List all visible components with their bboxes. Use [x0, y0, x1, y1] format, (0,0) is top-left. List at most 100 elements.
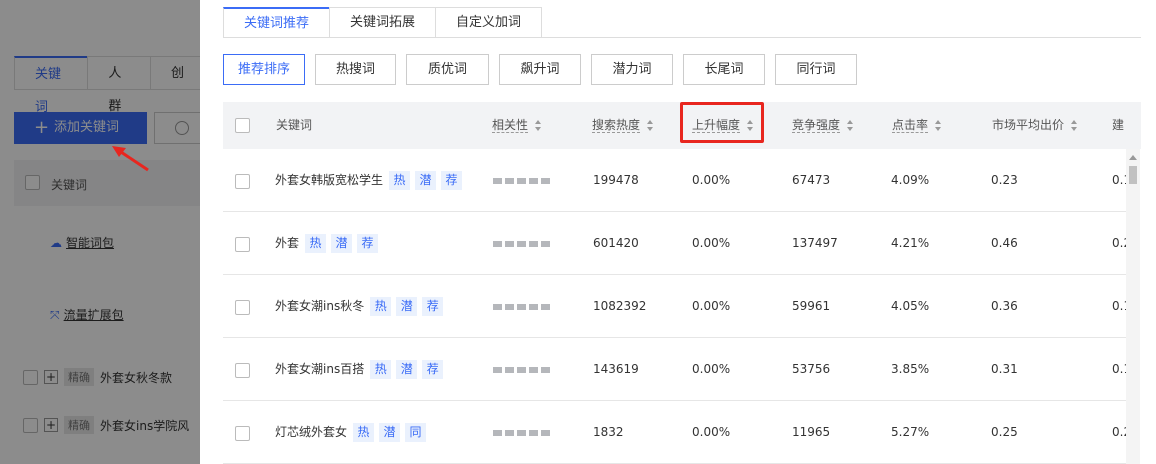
table-body: 外套女韩版宽松学生 热 潜 荐 199478 0.00% 67473 4.09%…	[223, 149, 1126, 464]
relevance-bar	[493, 177, 550, 184]
sort-icon	[1071, 120, 1078, 131]
rise-cell: 0.00%	[692, 299, 731, 313]
ctr-cell: 3.85%	[891, 362, 930, 376]
search-heat-cell: 1832	[593, 425, 624, 439]
relevance-bar	[493, 366, 550, 373]
sort-icon	[535, 120, 542, 131]
rise-cell: 0.00%	[692, 236, 731, 250]
search-heat-cell: 601420	[593, 236, 639, 250]
recommend-badge: 荐	[357, 234, 379, 253]
col-ctr-label: 点击率	[892, 118, 929, 133]
relevance-cell	[493, 338, 550, 401]
col-relevance-label: 相关性	[492, 118, 529, 133]
row-checkbox[interactable]	[235, 426, 250, 441]
sort-icon	[847, 120, 854, 131]
table-row[interactable]: 外套 热 潜 荐 601420 0.00% 137497 4.21% 0.46 …	[223, 212, 1126, 275]
sort-peer-button[interactable]: 同行词	[775, 54, 857, 85]
hot-badge: 热	[370, 360, 392, 379]
row-checkbox[interactable]	[235, 363, 250, 378]
col-ctr[interactable]: 点击率	[892, 102, 942, 149]
sort-recommended-button[interactable]: 推荐排序	[223, 54, 305, 85]
avg-bid-cell: 0.36	[991, 299, 1018, 313]
relevance-bar	[493, 303, 550, 310]
search-heat-cell: 199478	[593, 173, 639, 187]
modal-overlay[interactable]	[0, 0, 200, 464]
competition-cell: 53756	[792, 362, 831, 376]
relevance-bar	[493, 240, 550, 247]
keyword-text: 外套	[275, 236, 300, 250]
peer-badge: 同	[405, 423, 427, 442]
relevance-cell	[493, 212, 550, 275]
relevance-bar	[493, 429, 550, 436]
row-checkbox[interactable]	[235, 174, 250, 189]
keyword-cell: 外套女韩版宽松学生 热 潜 荐	[275, 149, 467, 212]
sort-long-tail-button[interactable]: 长尾词	[683, 54, 765, 85]
potential-badge: 潜	[331, 234, 353, 253]
ctr-cell: 4.09%	[891, 173, 930, 187]
tab-keyword-expand[interactable]: 关键词拓展	[329, 7, 437, 38]
table-row[interactable]: 灯芯绒外套女 热 潜 同 1832 0.00% 11965 5.27% 0.25…	[223, 401, 1126, 464]
table-row[interactable]: 外套女潮ins秋冬 热 潜 荐 1082392 0.00% 59961 4.05…	[223, 275, 1126, 338]
vertical-scrollbar[interactable]	[1126, 149, 1140, 464]
potential-badge: 潜	[396, 360, 418, 379]
suggest-bid-cell: 0.1	[1112, 173, 1126, 187]
col-search-heat[interactable]: 搜索热度	[592, 102, 654, 149]
sort-quality-button[interactable]: 质优词	[406, 54, 489, 85]
arrow-annotation-icon	[112, 146, 149, 172]
suggest-bid-cell: 0.1	[1112, 299, 1126, 313]
table-row[interactable]: 外套女潮ins百搭 热 潜 荐 143619 0.00% 53756 3.85%…	[223, 338, 1126, 401]
sort-potential-button[interactable]: 潜力词	[591, 54, 673, 85]
hot-badge: 热	[353, 423, 375, 442]
sort-hot-search-button[interactable]: 热搜词	[315, 54, 396, 85]
col-competition-label: 竞争强度	[792, 118, 841, 133]
keyword-cell: 外套 热 潜 荐	[275, 212, 383, 275]
recommend-badge: 荐	[422, 297, 444, 316]
sort-rising-button[interactable]: 飙升词	[499, 54, 581, 85]
col-competition[interactable]: 竞争强度	[792, 102, 854, 149]
col-avg-bid-label: 市场平均出价	[992, 118, 1065, 132]
table-row[interactable]: 外套女韩版宽松学生 热 潜 荐 199478 0.00% 67473 4.09%…	[223, 149, 1126, 212]
competition-cell: 67473	[792, 173, 831, 187]
relevance-highlight-box	[680, 102, 764, 143]
avg-bid-cell: 0.31	[991, 362, 1018, 376]
row-checkbox[interactable]	[235, 300, 250, 315]
scroll-up-icon[interactable]	[1129, 155, 1137, 160]
col-keyword-label: 关键词	[276, 118, 313, 132]
tab-custom-keyword[interactable]: 自定义加词	[435, 7, 543, 38]
relevance-cell	[493, 149, 550, 212]
avg-bid-cell: 0.46	[991, 236, 1018, 250]
suggest-bid-cell: 0.1	[1112, 362, 1126, 376]
col-relevance[interactable]: 相关性	[492, 102, 542, 149]
drawer-tab-bar: 关键词推荐 关键词拓展 自定义加词	[223, 7, 543, 38]
col-avg-bid[interactable]: 市场平均出价	[992, 102, 1078, 149]
col-search-heat-label: 搜索热度	[592, 118, 641, 133]
rise-cell: 0.00%	[692, 173, 731, 187]
keyword-cell: 外套女潮ins秋冬 热 潜 荐	[275, 275, 448, 338]
competition-cell: 137497	[792, 236, 838, 250]
col-suggest: 建	[1112, 102, 1124, 149]
potential-badge: 潜	[396, 297, 418, 316]
col-suggest-label: 建	[1112, 118, 1125, 132]
ctr-cell: 4.21%	[891, 236, 930, 250]
relevance-cell	[493, 275, 550, 338]
potential-badge: 潜	[379, 423, 401, 442]
rise-cell: 0.00%	[692, 362, 731, 376]
sort-icon	[647, 120, 654, 131]
recommend-badge: 荐	[441, 171, 463, 190]
competition-cell: 59961	[792, 299, 831, 313]
search-heat-cell: 1082392	[593, 299, 647, 313]
relevance-cell	[493, 401, 550, 464]
tab-keyword-recommend[interactable]: 关键词推荐	[223, 7, 331, 38]
keyword-text: 外套女潮ins百搭	[275, 362, 365, 376]
keyword-drawer: 关键词推荐 关键词拓展 自定义加词 推荐排序 热搜词 质优词 飙升词 潜力词 长…	[200, 0, 1156, 464]
competition-cell: 11965	[792, 425, 831, 439]
ctr-cell: 4.05%	[891, 299, 930, 313]
avg-bid-cell: 0.23	[991, 173, 1018, 187]
suggest-bid-cell: 0.2	[1112, 425, 1126, 439]
hot-badge: 热	[370, 297, 392, 316]
avg-bid-cell: 0.25	[991, 425, 1018, 439]
scrollbar-thumb[interactable]	[1129, 166, 1137, 184]
select-all-checkbox[interactable]	[235, 118, 250, 133]
row-checkbox[interactable]	[235, 237, 250, 252]
ctr-cell: 5.27%	[891, 425, 930, 439]
